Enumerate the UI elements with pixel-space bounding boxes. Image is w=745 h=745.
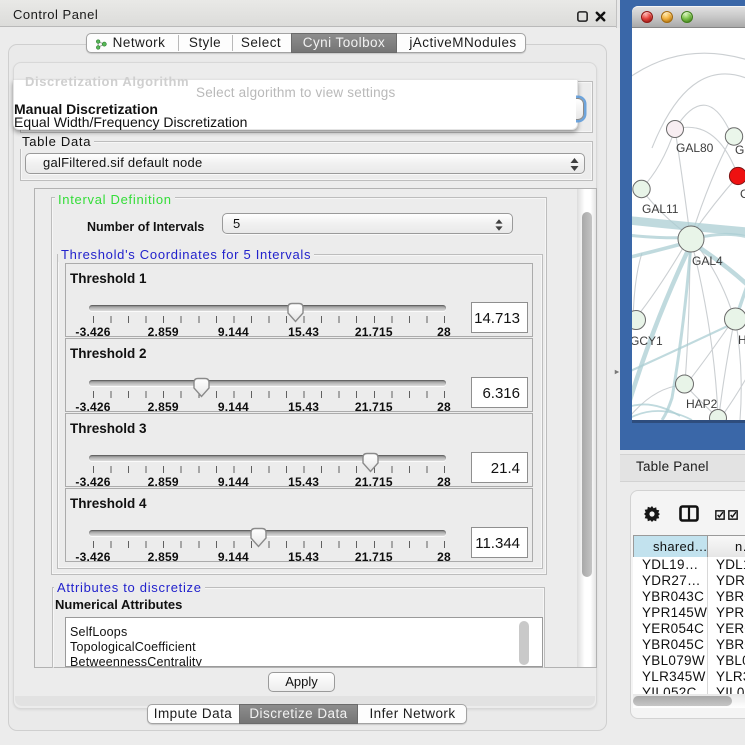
svg-text:G..: G.. (735, 143, 745, 157)
svg-text:HAP2: HAP2 (686, 397, 718, 411)
svg-text:C.: C. (740, 187, 745, 201)
svg-text:GAL80: GAL80 (676, 141, 714, 155)
svg-text:GCY1: GCY1 (632, 334, 663, 348)
svg-text:GAL4: GAL4 (692, 254, 723, 268)
svg-text:H: H (738, 333, 745, 347)
svg-text:GAL11: GAL11 (642, 202, 679, 216)
